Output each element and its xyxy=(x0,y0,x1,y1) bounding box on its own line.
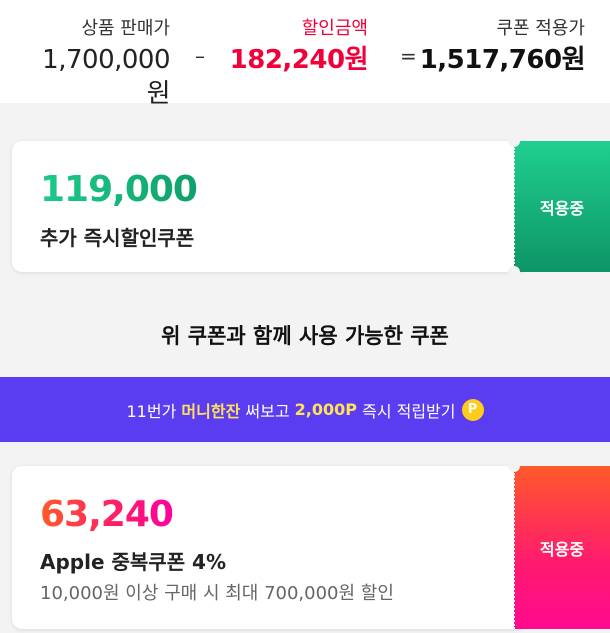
promo-banner[interactable]: 11번가 머니한잔 써보고 2,000P 즉시 적립받기 P xyxy=(0,377,610,442)
promo-highlight: 머니한잔 xyxy=(181,401,241,421)
sale-price-block: 상품 판매가 1,700,000원 xyxy=(20,16,170,111)
sale-price-value: 1,700,000원 xyxy=(42,45,170,109)
discount-value: 182,240원 xyxy=(229,45,369,75)
promo-points: 2,000P xyxy=(294,400,357,419)
coupon-amount: 63,240 xyxy=(40,494,174,535)
coupon-name: Apple 중복쿠폰 4% xyxy=(40,550,227,574)
ticket-notch xyxy=(508,135,520,147)
instant-discount-coupon[interactable]: 119,000 추가 즉시할인쿠폰 xyxy=(12,141,526,272)
ticket-perforation xyxy=(513,473,515,629)
promo-suffix: 즉시 적립받기 xyxy=(362,401,456,421)
discount-block: 할인금액 182,240원 xyxy=(200,16,369,77)
ticket-notch xyxy=(508,266,520,278)
coupon-amount: 119,000 xyxy=(40,169,198,210)
point-icon: P xyxy=(461,398,484,421)
promo-middle: 써보고 xyxy=(245,401,290,421)
coupon-name: 추가 즉시할인쿠폰 xyxy=(40,226,195,250)
coupon-applied-button[interactable]: 적용중 xyxy=(514,466,610,629)
promo-prefix: 11번가 xyxy=(126,401,177,421)
discount-label: 할인금액 xyxy=(301,18,368,39)
sale-price-label: 상품 판매가 xyxy=(81,18,170,39)
coupon-price-block: 쿠폰 적용가 1,517,760원 xyxy=(400,16,586,77)
apple-duplicate-coupon[interactable]: 63,240 Apple 중복쿠폰 4% 10,000원 이상 구매 시 최대 … xyxy=(12,466,526,629)
coupon-price-value: 1,517,760원 xyxy=(419,45,586,75)
ticket-notch xyxy=(508,460,520,472)
coupon-description: 10,000원 이상 구매 시 최대 700,000원 할인 xyxy=(40,583,394,604)
ticket-perforation xyxy=(513,148,515,264)
section-title: 위 쿠폰과 함께 사용 가능한 쿠폰 xyxy=(161,324,449,348)
coupon-applied-button[interactable]: 적용중 xyxy=(514,141,610,272)
price-summary: 상품 판매가 1,700,000원 – 할인금액 182,240원 = 쿠폰 적… xyxy=(0,0,610,109)
coupon-price-label: 쿠폰 적용가 xyxy=(496,18,585,39)
